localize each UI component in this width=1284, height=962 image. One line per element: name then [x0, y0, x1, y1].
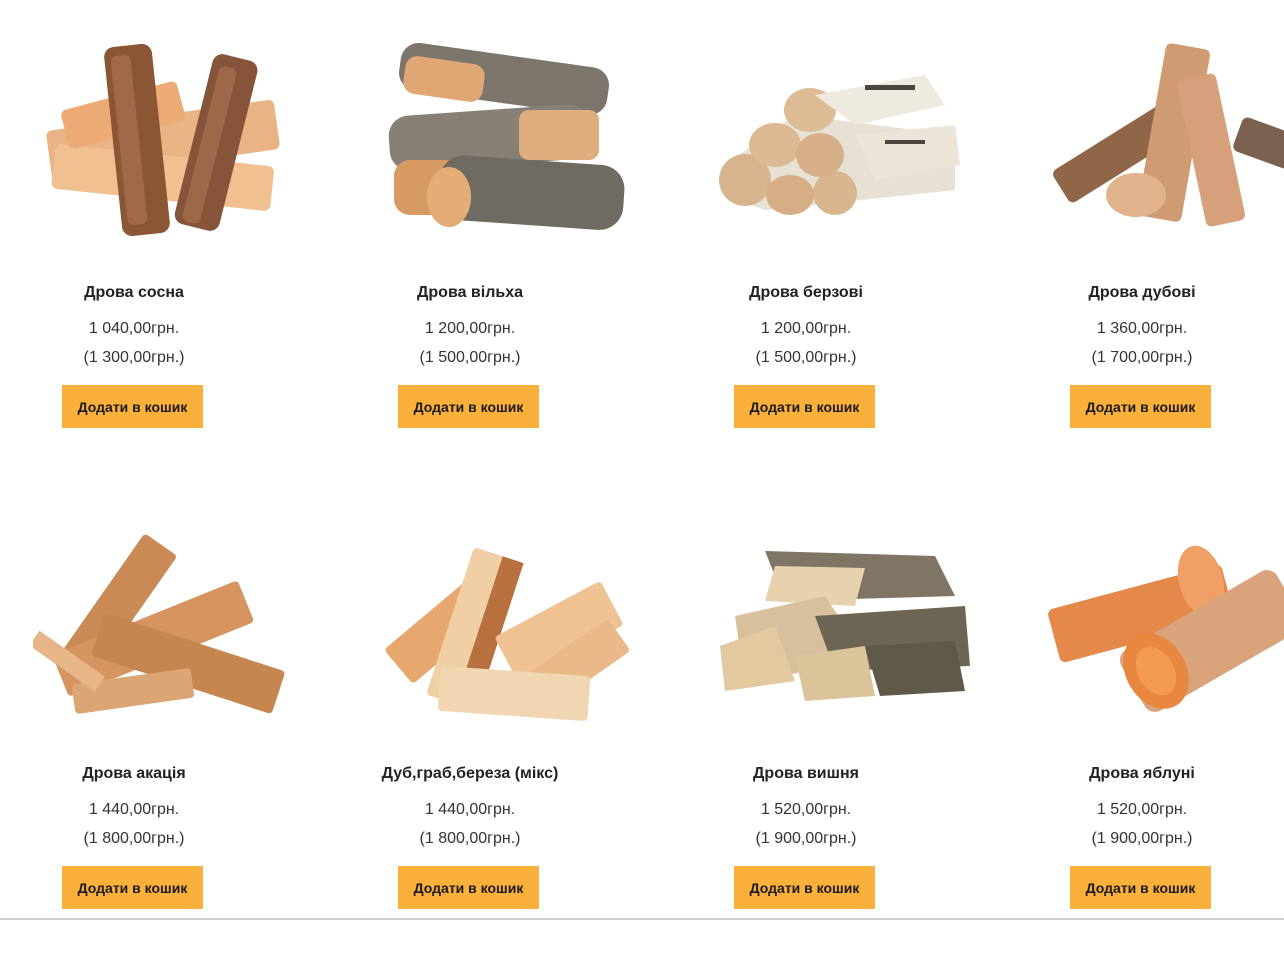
product-title[interactable]: Дрова вільха: [336, 284, 604, 302]
add-to-cart-button[interactable]: Додати в кошик: [1070, 385, 1211, 428]
product-card: Дрова вишня 1 520,00грн. (1 900,00грн.) …: [672, 481, 1008, 962]
oak-firewood-image: [1053, 43, 1284, 227]
product-card: Дрова берзові 1 200,00грн. (1 500,00грн.…: [672, 0, 1008, 481]
add-to-cart-button[interactable]: Додати в кошик: [398, 385, 539, 428]
product-image[interactable]: [336, 0, 672, 270]
product-old-price: (1 500,00грн.): [755, 349, 857, 366]
product-price: 1 200,00грн.: [760, 320, 852, 337]
acacia-firewood-image: [33, 534, 285, 714]
product-image[interactable]: [672, 481, 1008, 751]
product-image[interactable]: [336, 481, 672, 751]
add-to-cart-button[interactable]: Додати в кошик: [734, 385, 875, 428]
product-card: Дрова яблуні 1 520,00грн. (1 900,00грн.)…: [1008, 481, 1284, 962]
product-old-price: (1 700,00грн.): [1091, 349, 1193, 366]
cherry-firewood-image: [720, 551, 970, 701]
product-card: Дрова вільха 1 200,00грн. (1 500,00грн.)…: [336, 0, 672, 481]
product-card: Дрова дубові 1 360,00грн. (1 700,00грн.)…: [1008, 0, 1284, 481]
product-title[interactable]: Дрова берзові: [672, 284, 940, 302]
product-image[interactable]: [672, 0, 1008, 270]
product-image[interactable]: [1008, 481, 1284, 751]
product-title[interactable]: Дрова акація: [0, 765, 268, 783]
product-price: 1 200,00грн.: [424, 320, 516, 337]
birch-firewood-image: [719, 75, 960, 215]
product-title[interactable]: Дрова сосна: [0, 284, 268, 302]
product-old-price: (1 800,00грн.): [419, 830, 521, 847]
product-price: 1 440,00грн.: [88, 801, 180, 818]
alder-firewood-image: [388, 42, 625, 230]
add-to-cart-button[interactable]: Додати в кошик: [62, 385, 203, 428]
add-to-cart-button[interactable]: Додати в кошик: [398, 866, 539, 909]
page-bottom-divider: [0, 918, 1284, 920]
product-card: Дрова акація 1 440,00грн. (1 800,00грн.)…: [0, 481, 336, 962]
product-image[interactable]: [0, 481, 336, 751]
product-card: Дуб,граб,береза (мікс) 1 440,00грн. (1 8…: [336, 481, 672, 962]
add-to-cart-button[interactable]: Додати в кошик: [734, 866, 875, 909]
product-image[interactable]: [0, 0, 336, 270]
product-card: Дрова сосна 1 040,00грн. (1 300,00грн.) …: [0, 0, 336, 481]
add-to-cart-button[interactable]: Додати в кошик: [62, 866, 203, 909]
product-price: 1 440,00грн.: [424, 801, 516, 818]
add-to-cart-button[interactable]: Додати в кошик: [1070, 866, 1211, 909]
product-title[interactable]: Дуб,граб,береза (мікс): [336, 765, 604, 783]
product-old-price: (1 500,00грн.): [419, 349, 521, 366]
product-image[interactable]: [1008, 0, 1284, 270]
product-grid: Дрова сосна 1 040,00грн. (1 300,00грн.) …: [0, 0, 1284, 962]
product-old-price: (1 900,00грн.): [1091, 830, 1193, 847]
product-price: 1 520,00грн.: [760, 801, 852, 818]
product-title[interactable]: Дрова вишня: [672, 765, 940, 783]
product-price: 1 360,00грн.: [1096, 320, 1188, 337]
product-old-price: (1 900,00грн.): [755, 830, 857, 847]
pine-firewood-image: [46, 44, 280, 236]
product-title[interactable]: Дрова дубові: [1008, 284, 1276, 302]
apple-firewood-image: [1048, 545, 1284, 712]
product-title[interactable]: Дрова яблуні: [1008, 765, 1276, 783]
mixed-firewood-image: [385, 548, 629, 721]
product-price: 1 040,00грн.: [88, 320, 180, 337]
product-old-price: (1 300,00грн.): [83, 349, 185, 366]
product-price: 1 520,00грн.: [1096, 801, 1188, 818]
product-old-price: (1 800,00грн.): [83, 830, 185, 847]
